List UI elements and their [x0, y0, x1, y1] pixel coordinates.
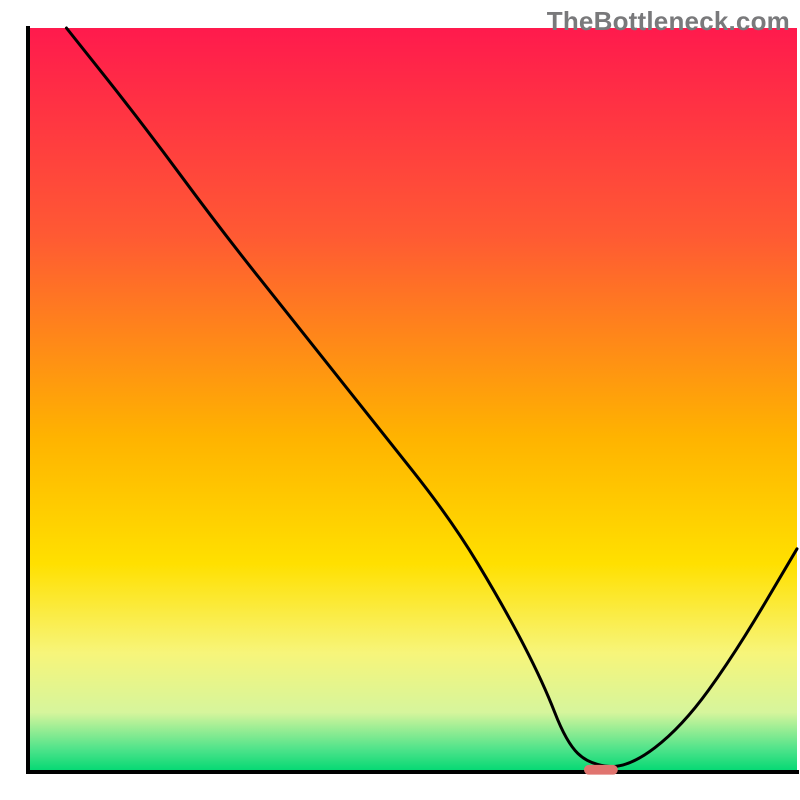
watermark-label: TheBottleneck.com	[547, 6, 790, 37]
chart-svg	[0, 0, 800, 800]
bottleneck-chart: TheBottleneck.com	[0, 0, 800, 800]
plot-background	[28, 28, 797, 772]
optimal-marker	[584, 765, 618, 775]
